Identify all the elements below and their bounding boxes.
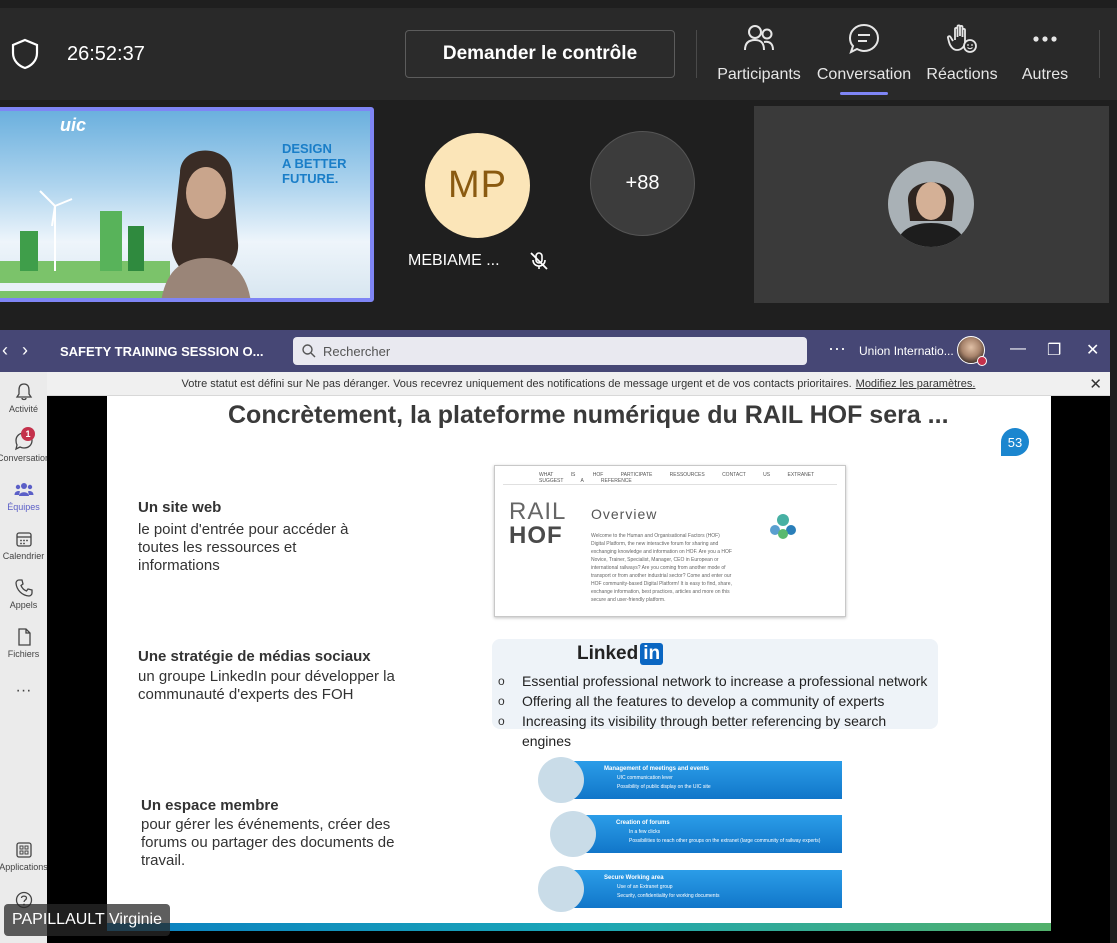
rail-more-icon[interactable]: ··· [0, 680, 47, 700]
search-input[interactable]: Rechercher [293, 337, 807, 365]
chat-icon [848, 23, 880, 54]
rail-item-conversation[interactable]: 1 Conversation [0, 427, 50, 463]
participant-name: MEBIAME ... [408, 252, 500, 269]
rail-item-calendar[interactable]: Calendrier [0, 529, 47, 561]
overview-text: Welcome to the Human and Organisational … [591, 533, 732, 603]
list-item: Offering all the features to develop a c… [498, 691, 938, 711]
meeting-timer: 26:52:37 [67, 43, 145, 65]
more-label: Autres [1021, 66, 1069, 83]
participants-label: Participants [717, 66, 801, 83]
section-heading: Un site web [138, 499, 222, 516]
reactions-button[interactable]: Réactions [924, 22, 1000, 94]
organization-name[interactable]: Union Internatio... [859, 344, 954, 358]
maximize-icon[interactable]: ❐ [1047, 340, 1061, 360]
rail-item-apps[interactable]: Applications [0, 840, 48, 872]
section-body: le point d'entrée pour accéder à toutes … [138, 521, 349, 574]
section-heading: Une stratégie de médias sociaux [138, 648, 371, 665]
conversation-button[interactable]: Conversation [815, 22, 913, 94]
mic-off-icon [530, 252, 548, 270]
presenter-name-tag: PAPILLAULT Virginie [4, 904, 171, 936]
apps-icon [15, 842, 32, 858]
slide-footer-bar [107, 923, 1051, 931]
unread-badge: 1 [21, 427, 35, 441]
linkedin-logo: Linked in [577, 643, 664, 665]
list-item: Essential professional network to increa… [498, 671, 938, 691]
presenter-video-tile[interactable]: uic DESIGN A BETTER FUTURE. [0, 107, 374, 302]
teams-title-bar: ‹› SAFETY TRAINING SESSION O... Recherch… [0, 330, 1110, 372]
wind-turbine-illustration [0, 190, 170, 298]
website-screenshot: WHAT IS HOF PARTICIPATE RESSOURCES CONTA… [494, 465, 846, 617]
more-button[interactable]: Autres [1015, 22, 1075, 94]
settings-link[interactable]: Modifiez les paramètres. [856, 378, 976, 390]
dnd-status-icon [977, 356, 987, 366]
teams-meeting-window: 26:52:37 Demander le contrôle Participan… [0, 0, 1117, 943]
teams-app-rail: Activité 1 Conversation Équipes Calendri… [0, 372, 50, 943]
bell-icon [15, 383, 32, 401]
search-icon [302, 344, 316, 358]
nav-divider [503, 484, 837, 485]
rail-item-calls[interactable]: Appels [0, 578, 47, 610]
nav-arrows[interactable]: ‹› [2, 340, 42, 361]
section-heading: Un espace membre [141, 797, 279, 814]
conversation-label: Conversation [816, 66, 912, 83]
meeting-toolbar: 26:52:37 Demander le contrôle Participan… [0, 8, 1117, 100]
participant-photo-avatar[interactable] [888, 161, 974, 247]
slide: Concrètement, la plateforme numérique du… [107, 396, 1051, 931]
shield-icon[interactable] [10, 38, 40, 70]
more-icon [1033, 36, 1057, 42]
section-body: un groupe LinkedIn pour développer la co… [138, 668, 395, 703]
toolbar-divider [1099, 30, 1100, 78]
more-options-icon[interactable]: ··· [828, 338, 846, 359]
phone-icon [14, 579, 33, 597]
minimize-icon[interactable]: — [1010, 340, 1026, 358]
participant-avatar[interactable]: MP [425, 133, 530, 238]
linkedin-points: Essential professional network to increa… [498, 671, 938, 751]
overview-title: Overview [591, 506, 658, 522]
active-tab-indicator [840, 92, 888, 95]
community-icon [770, 514, 796, 539]
uic-logo: uic [60, 115, 87, 135]
teams-icon [14, 483, 33, 496]
search-placeholder: Rechercher [323, 343, 391, 359]
participants-button[interactable]: Participants [716, 22, 802, 94]
window-title: SAFETY TRAINING SESSION O... [60, 344, 264, 359]
shared-screen: ‹› SAFETY TRAINING SESSION O... Recherch… [0, 330, 1110, 943]
notification-banner: Votre statut est défini sur Ne pas déran… [47, 372, 1110, 396]
rail-item-files[interactable]: Fichiers [0, 627, 47, 659]
slide-page-number: 53 [1001, 428, 1029, 456]
slide-title: Concrètement, la plateforme numérique du… [228, 401, 949, 429]
section-body: pour gérer les événements, créer des for… [141, 816, 395, 869]
presenter-figure [161, 150, 251, 298]
rail-item-activity[interactable]: Activité [0, 382, 47, 414]
calendar-icon [15, 532, 32, 547]
website-nav: WHAT IS HOF PARTICIPATE RESSOURCES CONTA… [539, 472, 815, 484]
toolbar-divider [696, 30, 697, 78]
design-tagline: DESIGN A BETTER FUTURE. [282, 141, 347, 186]
people-icon [744, 25, 774, 51]
file-icon [17, 628, 31, 646]
presentation-stage: Concrètement, la plateforme numérique du… [47, 396, 1110, 943]
close-icon[interactable]: ✕ [1086, 340, 1099, 360]
linkedin-box: Linkedin Essential professional network … [492, 639, 938, 749]
overflow-participants[interactable]: +88 [590, 131, 695, 236]
reactions-label: Réactions [926, 66, 998, 83]
avatar-portrait [888, 161, 974, 247]
close-icon[interactable]: ✕ [1089, 375, 1102, 393]
request-control-button[interactable]: Demander le contrôle [405, 30, 675, 78]
rail-item-teams[interactable]: Équipes [0, 480, 47, 512]
list-item: Increasing its visibility through better… [498, 711, 938, 751]
raise-hand-icon [947, 24, 977, 53]
rail-hof-logo: RAIL HOF [509, 498, 567, 549]
